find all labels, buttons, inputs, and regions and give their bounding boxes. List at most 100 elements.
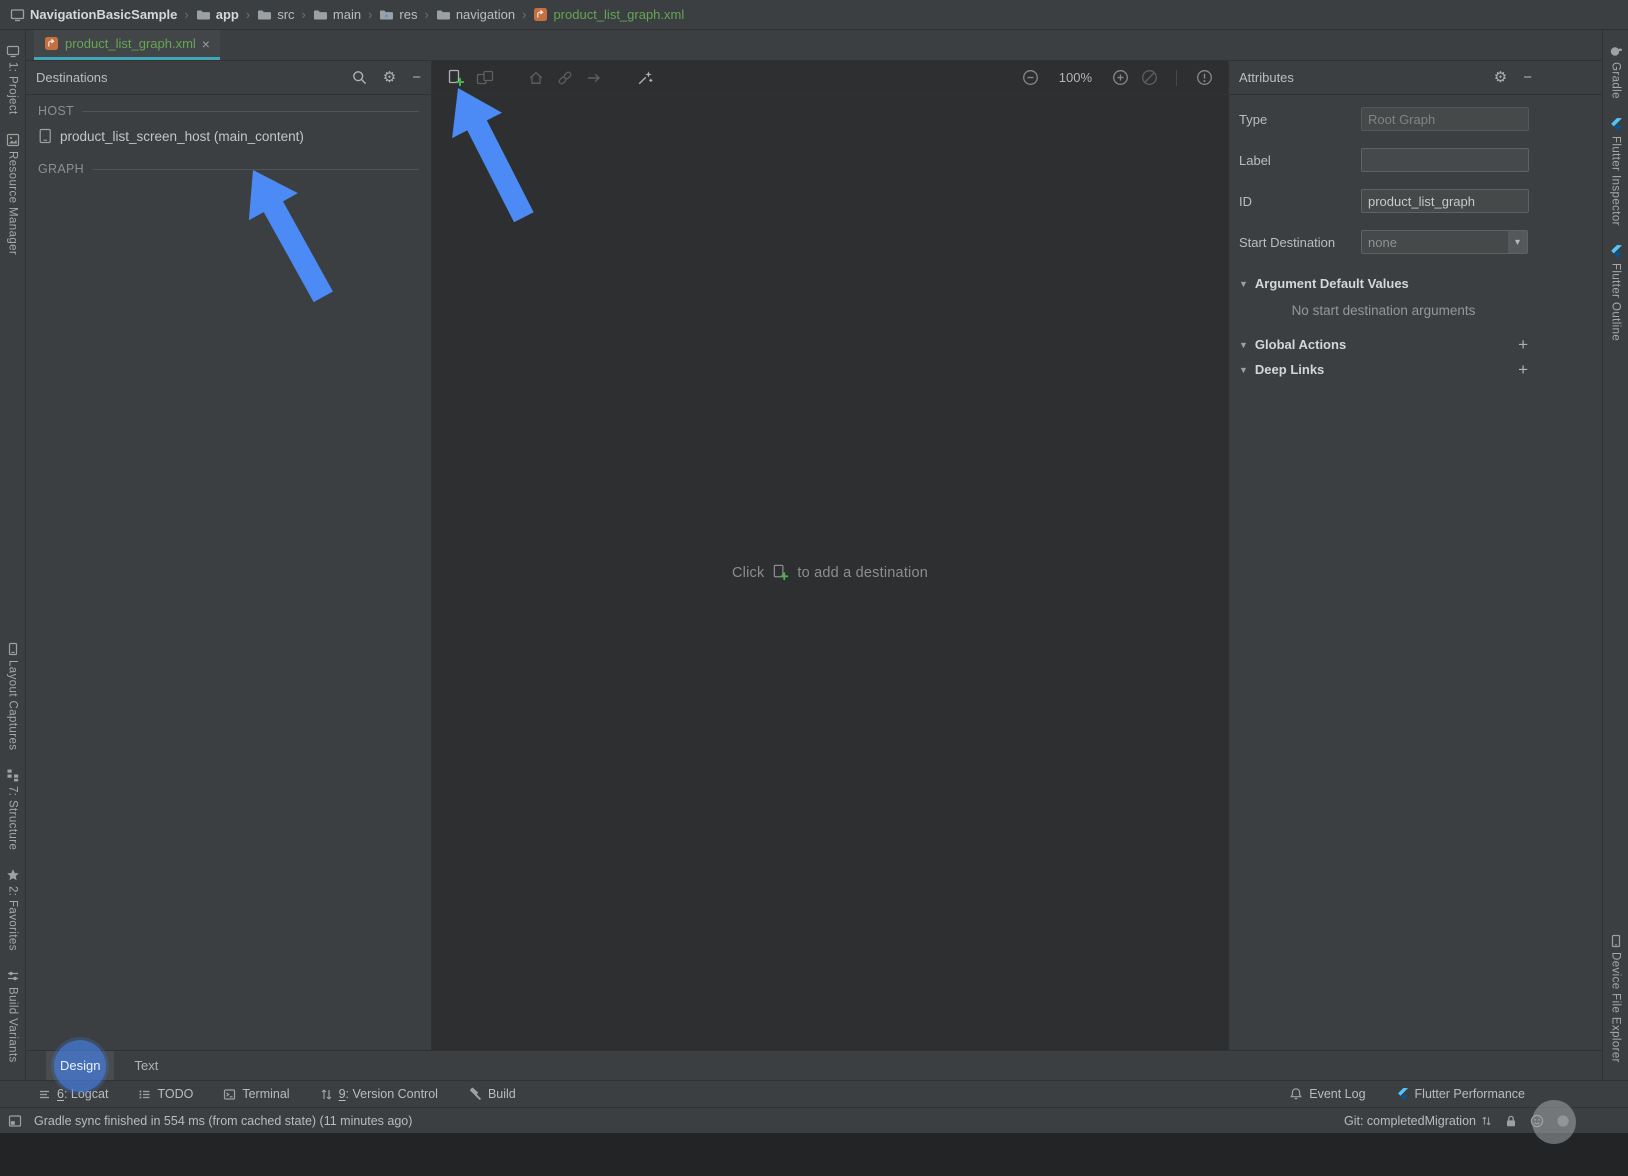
sidebar-item-layout-captures[interactable]: Layout Captures [6,642,20,750]
type-field[interactable] [1361,107,1529,131]
resource-manager-icon [6,133,20,147]
gradle-icon [1609,44,1623,58]
event-log-icon [1289,1087,1303,1101]
search-icon[interactable] [352,70,367,85]
section-argument-default-values[interactable]: ▼ Argument Default Values [1239,271,1528,296]
tab-product-list-graph[interactable]: product_list_graph.xml × [34,30,220,60]
sidebar-label: Layout Captures [7,660,19,750]
sidebar-item-flutter-inspector[interactable]: Flutter Inspector [1609,117,1623,226]
status-message: Gradle sync finished in 554 ms (from cac… [34,1114,412,1128]
add-action-button[interactable] [584,68,604,88]
toolbar-terminal[interactable]: Terminal [223,1087,289,1101]
toolwindow-toggle-icon[interactable] [8,1114,22,1128]
sidebar-item-device-file-explorer[interactable]: Device File Explorer [1609,934,1623,1063]
section-title: Deep Links [1255,362,1324,377]
breadcrumb-navigation-label: navigation [456,7,515,22]
breadcrumb-app-label: app [216,7,239,22]
zoom-in-button[interactable] [1110,68,1130,88]
toolbar-vcs-label: : Version Control [346,1087,438,1101]
git-branch-widget[interactable]: Git: completedMigration [1344,1114,1492,1128]
flutter-icon [1609,244,1623,259]
res-folder-icon [379,8,394,21]
toolbar-event-log[interactable]: Event Log [1289,1087,1365,1101]
breadcrumb-navigation[interactable]: navigation [436,7,515,22]
attributes-header: Attributes ⚙ − [1229,61,1602,95]
toolbar-version-control[interactable]: 9: Version Control [320,1087,438,1101]
breadcrumb-file-label: product_list_graph.xml [553,7,684,22]
structure-icon [6,768,20,782]
editor-tab-bar: product_list_graph.xml × [26,30,1602,61]
collapse-triangle-icon: ▼ [1239,365,1248,375]
breadcrumb-file[interactable]: product_list_graph.xml [533,7,684,22]
sidebar-label: Gradle [1610,62,1622,99]
destinations-header: Destinations ⚙ − [26,61,431,95]
tab-label: product_list_graph.xml [65,36,196,51]
zoom-out-button[interactable] [1021,68,1041,88]
section-global-actions[interactable]: ▼ Global Actions + [1239,332,1528,357]
breadcrumb-project[interactable]: NavigationBasicSample [10,7,177,22]
field-row-label: Label [1239,148,1528,172]
toolbar-flutter-performance[interactable]: Flutter Performance [1396,1087,1525,1101]
sidebar-item-project[interactable]: 1: Project [6,44,20,115]
sidebar-item-flutter-outline[interactable]: Flutter Outline [1609,244,1623,341]
label-label: Label [1239,153,1361,168]
sidebar-item-structure[interactable]: 7: Structure [6,768,20,850]
sidebar-item-resource-manager[interactable]: Resource Manager [6,133,20,255]
breadcrumb-app[interactable]: app [196,7,239,22]
new-destination-button[interactable] [446,68,466,88]
sidebar-label: Resource Manager [7,151,19,255]
lock-icon[interactable] [1504,1114,1518,1128]
design-surface[interactable]: 100% Click [432,61,1228,1050]
warnings-errors-button[interactable] [1194,68,1214,88]
sidebar-label: 2: Favorites [7,886,19,951]
add-global-action-button[interactable]: + [1518,336,1528,353]
breadcrumb-main[interactable]: main [313,7,361,22]
zoom-to-fit-button[interactable] [1139,68,1159,88]
nested-graph-button[interactable] [475,68,495,88]
graph-section-header: GRAPH [38,162,419,176]
version-control-icon [320,1088,333,1101]
status-circle-icon[interactable] [1556,1114,1570,1128]
tab-text[interactable]: Text [120,1051,172,1080]
gear-icon[interactable]: ⚙ [1494,70,1507,85]
host-destination-icon [38,128,53,144]
gear-icon[interactable]: ⚙ [383,70,396,85]
toolbar-flutter-performance-label: Flutter Performance [1415,1087,1525,1101]
hide-panel-icon[interactable]: − [1523,70,1532,85]
flutter-icon [1609,117,1623,132]
breadcrumb-res[interactable]: res [379,7,417,22]
field-row-type: Type [1239,107,1528,131]
git-update-arrows-icon [1481,1115,1492,1127]
id-field[interactable] [1361,189,1529,213]
add-deep-link-button[interactable]: + [1518,361,1528,378]
feedback-smiley-icon[interactable] [1530,1114,1544,1128]
deep-link-button[interactable] [555,68,575,88]
sidebar-label: Flutter Inspector [1610,136,1622,226]
collapse-triangle-icon: ▼ [1239,340,1248,350]
sidebar-item-gradle[interactable]: Gradle [1609,44,1623,99]
toolbar-build[interactable]: Build [468,1087,516,1101]
host-section-header: HOST [38,104,419,118]
hide-panel-icon[interactable]: − [412,70,421,85]
breadcrumb-src[interactable]: src [257,7,294,22]
tab-design[interactable]: Design [46,1051,114,1080]
section-rule [82,111,419,112]
start-destination-dropdown[interactable]: none ▾ [1361,230,1528,254]
toolbar-todo[interactable]: TODO [138,1087,193,1101]
empty-canvas-message: Click to add a destination [432,95,1228,1050]
section-deep-links[interactable]: ▼ Deep Links + [1239,357,1528,382]
field-row-start-destination: Start Destination none ▾ [1239,230,1528,254]
close-icon[interactable]: × [202,37,210,51]
sidebar-label: 1: Project [7,62,19,115]
sidebar-item-favorites[interactable]: 2: Favorites [6,868,20,951]
sidebar-item-build-variants[interactable]: Build Variants [6,969,20,1063]
auto-arrange-button[interactable] [635,68,655,88]
host-destination-item[interactable]: product_list_screen_host (main_content) [26,118,431,153]
breadcrumb-project-label: NavigationBasicSample [30,7,177,22]
collapse-triangle-icon: ▼ [1239,279,1248,289]
section-title: Global Actions [1255,337,1346,352]
label-field[interactable] [1361,148,1529,172]
field-row-id: ID [1239,189,1528,213]
tool-window-bar: 6: Logcat TODO Terminal 9: Version Contr… [0,1080,1628,1107]
assign-start-destination-button[interactable] [526,68,546,88]
